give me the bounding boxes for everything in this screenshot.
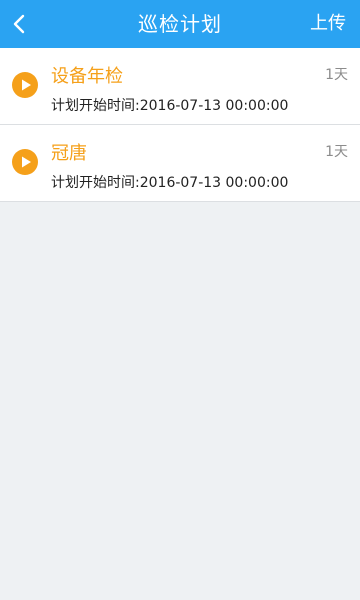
plan-duration: 1天 (325, 67, 348, 83)
play-icon[interactable] (12, 149, 38, 175)
plan-start-time: 计划开始时间:2016-07-13 00:00:00 (51, 175, 289, 191)
plan-list: 设备年检 计划开始时间:2016-07-13 00:00:00 1天 冠唐 计划… (0, 48, 360, 202)
plan-start-time: 计划开始时间:2016-07-13 00:00:00 (51, 98, 289, 114)
page-title: 巡检计划 (138, 12, 222, 36)
upload-button[interactable]: 上传 (310, 0, 346, 48)
plan-duration: 1天 (325, 144, 348, 160)
list-item[interactable]: 设备年检 计划开始时间:2016-07-13 00:00:00 1天 (0, 48, 360, 125)
app-root: 巡检计划 上传 设备年检 计划开始时间:2016-07-13 00:00:00 … (0, 0, 360, 600)
play-icon[interactable] (12, 72, 38, 98)
header-bar: 巡检计划 上传 (0, 0, 360, 48)
plan-name: 冠唐 (51, 143, 87, 164)
plan-name: 设备年检 (51, 66, 123, 87)
list-item[interactable]: 冠唐 计划开始时间:2016-07-13 00:00:00 1天 (0, 125, 360, 202)
